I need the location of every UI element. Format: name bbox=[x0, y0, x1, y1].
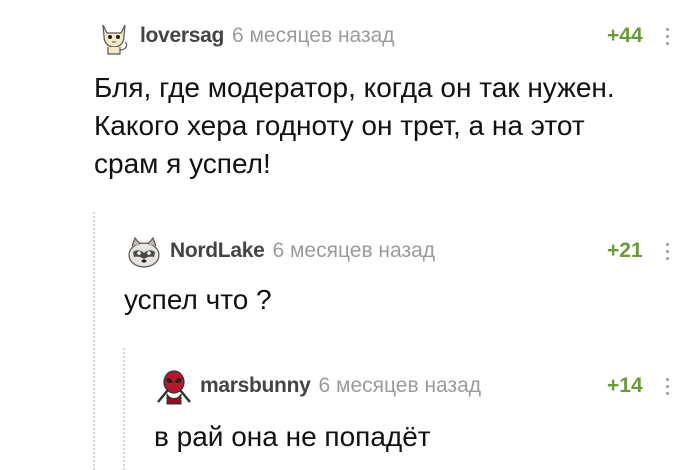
comment-text: Бля, где модератор, когда он так нужен. … bbox=[94, 72, 615, 179]
comment-author[interactable]: loversag bbox=[140, 24, 224, 48]
thread-line-level-1 bbox=[93, 212, 95, 470]
comment-author[interactable]: marsbunny bbox=[200, 374, 311, 398]
comment-header: NordLake 6 месяцев назад bbox=[124, 231, 435, 271]
raccoon-avatar-icon[interactable] bbox=[124, 231, 164, 271]
comment-rating: +21 bbox=[607, 239, 643, 262]
comment-time[interactable]: 6 месяцев назад bbox=[272, 239, 435, 263]
comment-rating: +44 bbox=[607, 24, 643, 47]
comment-text: в рай она не попадёт bbox=[154, 421, 431, 452]
comment-author[interactable]: NordLake bbox=[170, 239, 265, 263]
thread-line-level-2 bbox=[123, 348, 125, 470]
more-options-icon[interactable] bbox=[666, 243, 670, 264]
cat-avatar-icon[interactable] bbox=[94, 16, 134, 56]
comment-time[interactable]: 6 месяцев назад bbox=[232, 24, 395, 48]
comment-header: marsbunny 6 месяцев назад bbox=[154, 366, 481, 406]
more-options-icon[interactable] bbox=[666, 28, 670, 49]
comment-time[interactable]: 6 месяцев назад bbox=[319, 374, 482, 398]
deadpool-avatar-icon[interactable] bbox=[154, 366, 194, 406]
more-options-icon[interactable] bbox=[666, 378, 670, 399]
comment-text: успел что ? bbox=[124, 284, 272, 315]
comment-rating: +14 bbox=[607, 374, 643, 397]
comment-header: loversag 6 месяцев назад bbox=[94, 16, 395, 56]
